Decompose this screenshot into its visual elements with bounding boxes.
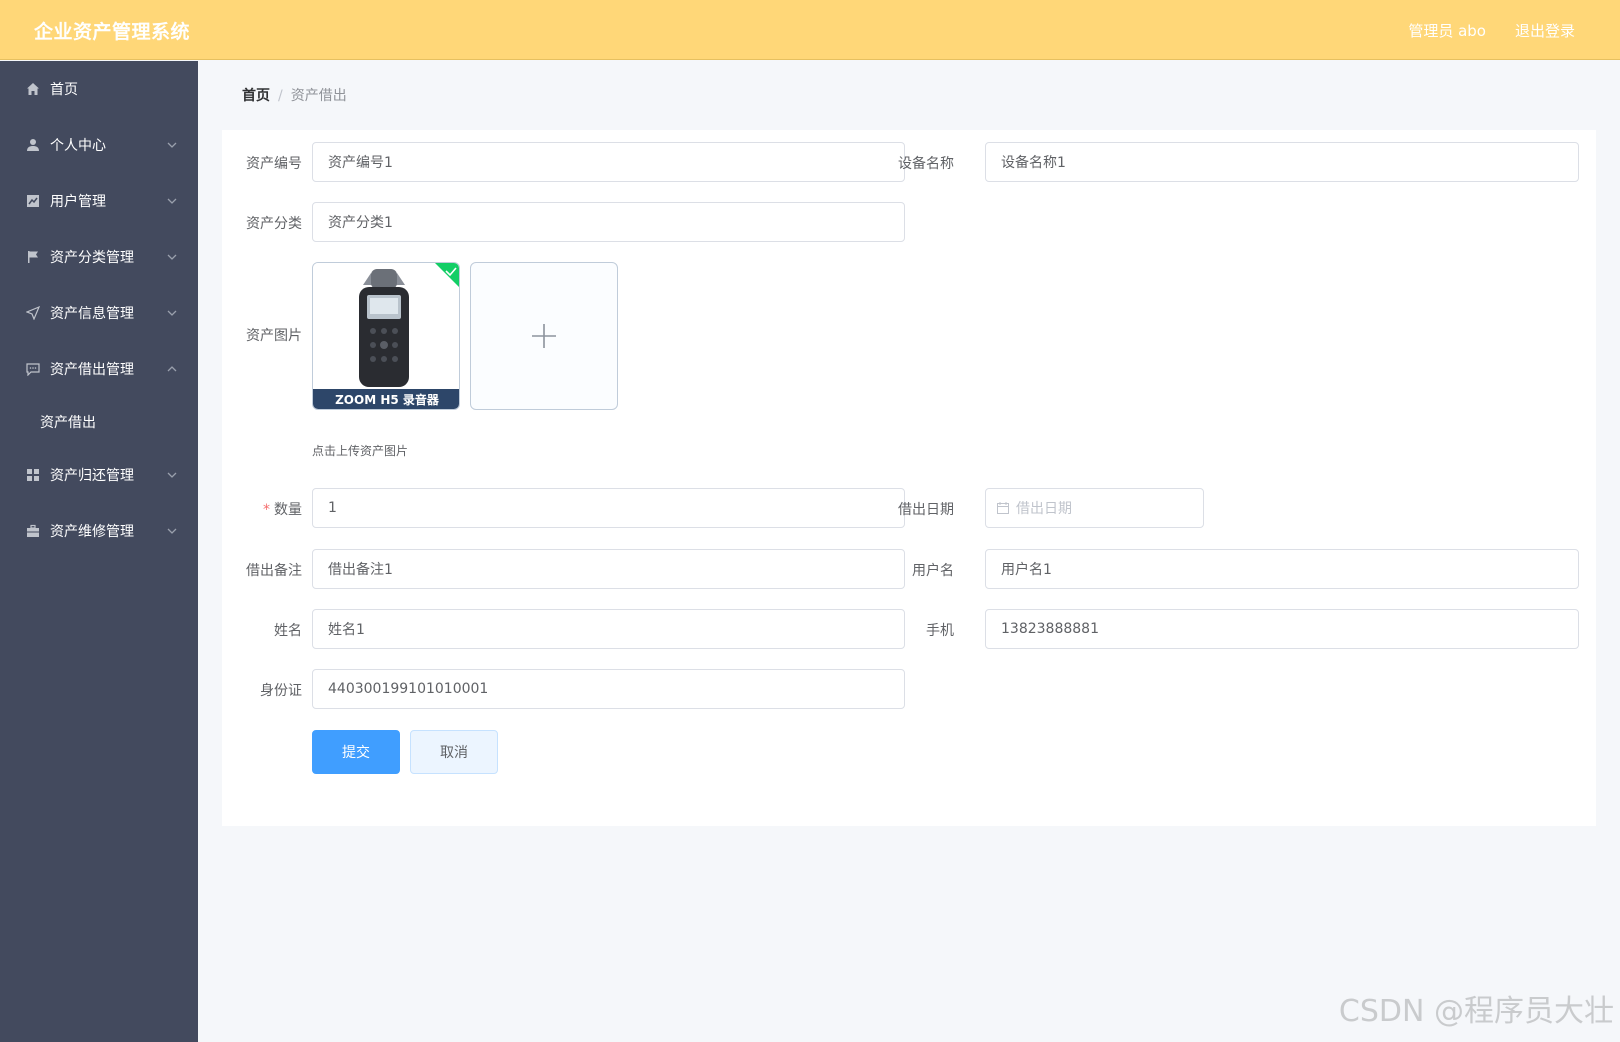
breadcrumb-home[interactable]: 首页: [242, 88, 270, 104]
watermark: CSDN @程序员大壮: [1338, 994, 1614, 1029]
loan-date-placeholder: 借出日期: [1016, 501, 1072, 517]
home-icon: [26, 82, 40, 96]
grid-icon: [26, 468, 40, 482]
asset-no-input[interactable]: [312, 142, 905, 182]
sidebar-subitem-asset-loan[interactable]: 资产借出: [0, 397, 198, 447]
image-caption: ZOOM H5 录音器: [335, 393, 439, 407]
sidebar-item-category[interactable]: 资产分类管理: [0, 229, 198, 285]
sidebar-item-return[interactable]: 资产归还管理: [0, 447, 198, 503]
breadcrumb: 首页 / 资产借出: [242, 85, 347, 105]
chevron-down-icon: [167, 142, 177, 148]
user-icon: [26, 138, 40, 152]
sidebar-item-label: 资产分类管理: [50, 250, 134, 266]
sidebar-item-label: 资产维修管理: [50, 524, 134, 540]
chevron-down-icon: [167, 528, 177, 534]
sidebar-item-asset-info[interactable]: 资产信息管理: [0, 285, 198, 341]
chevron-up-icon: [167, 366, 177, 372]
chevron-down-icon: [167, 254, 177, 260]
app-title: 企业资产管理系统: [34, 21, 191, 43]
top-header: 企业资产管理系统 管理员 abo 退出登录: [0, 0, 1620, 60]
plus-icon: [532, 324, 556, 348]
main-content: 首页 / 资产借出 资产编号 设备名称 资产分类 资产图片: [198, 61, 1620, 1042]
asset-loan-form: 资产编号 设备名称 资产分类 资产图片 ZOOM H5: [222, 130, 1596, 826]
chevron-down-icon: [167, 198, 177, 204]
breadcrumb-separator: /: [278, 88, 283, 104]
device-name-input[interactable]: [985, 142, 1579, 182]
quantity-input[interactable]: [312, 488, 905, 528]
loan-note-label: 借出备注: [246, 563, 302, 579]
chart-icon: [26, 194, 40, 208]
sidebar-item-label: 用户管理: [50, 194, 106, 210]
loan-note-input[interactable]: [312, 549, 905, 589]
name-input[interactable]: [312, 609, 905, 649]
sidebar-item-label: 资产归还管理: [50, 468, 134, 484]
sidebar-item-label: 资产借出管理: [50, 362, 134, 378]
sidebar-item-label: 首页: [50, 82, 78, 98]
username-label: 用户名: [912, 563, 954, 579]
logout-link[interactable]: 退出登录: [1515, 20, 1575, 41]
chevron-down-icon: [167, 310, 177, 316]
id-card-input[interactable]: [312, 669, 905, 709]
asset-no-label: 资产编号: [246, 156, 302, 172]
current-user: 管理员 abo: [1408, 22, 1486, 40]
sidebar-item-home[interactable]: 首页: [0, 61, 198, 117]
sidebar-item-loan[interactable]: 资产借出管理: [0, 341, 198, 397]
name-label: 姓名: [274, 623, 302, 639]
asset-category-input[interactable]: [312, 202, 905, 242]
flag-icon: [26, 250, 40, 264]
loan-date-picker[interactable]: 借出日期: [985, 488, 1204, 528]
sidebar-item-repair[interactable]: 资产维修管理: [0, 503, 198, 559]
quantity-label: * 数量: [263, 502, 302, 518]
required-asterisk: *: [263, 502, 270, 518]
recorder-image: [313, 263, 459, 409]
username-input[interactable]: [985, 549, 1579, 589]
briefcase-icon: [26, 524, 40, 538]
device-name-label: 设备名称: [898, 156, 954, 172]
message-icon: [26, 362, 40, 376]
calendar-icon: [997, 502, 1009, 514]
submit-button[interactable]: 提交: [312, 730, 400, 774]
upload-add-button[interactable]: [470, 262, 618, 410]
sidebar-item-label: 资产信息管理: [50, 306, 134, 322]
cancel-button[interactable]: 取消: [410, 730, 498, 774]
send-icon: [26, 306, 40, 320]
sidebar-item-label: 个人中心: [50, 138, 106, 154]
loan-date-label: 借出日期: [898, 502, 954, 518]
phone-label: 手机: [926, 623, 954, 639]
upload-tip: 点击上传资产图片: [312, 444, 409, 458]
chevron-down-icon: [167, 472, 177, 478]
sidebar: 首页 个人中心 用户管理 资产分类管理 资产信息管理 资产借出管理 资产借出 资…: [0, 61, 198, 1042]
asset-image-thumbnail[interactable]: ZOOM H5 录音器: [312, 262, 460, 410]
phone-input[interactable]: [985, 609, 1579, 649]
asset-image-label: 资产图片: [246, 328, 302, 344]
sidebar-item-users[interactable]: 用户管理: [0, 173, 198, 229]
id-card-label: 身份证: [260, 683, 302, 699]
sidebar-item-profile[interactable]: 个人中心: [0, 117, 198, 173]
breadcrumb-current: 资产借出: [290, 88, 347, 104]
asset-category-label: 资产分类: [246, 216, 302, 232]
